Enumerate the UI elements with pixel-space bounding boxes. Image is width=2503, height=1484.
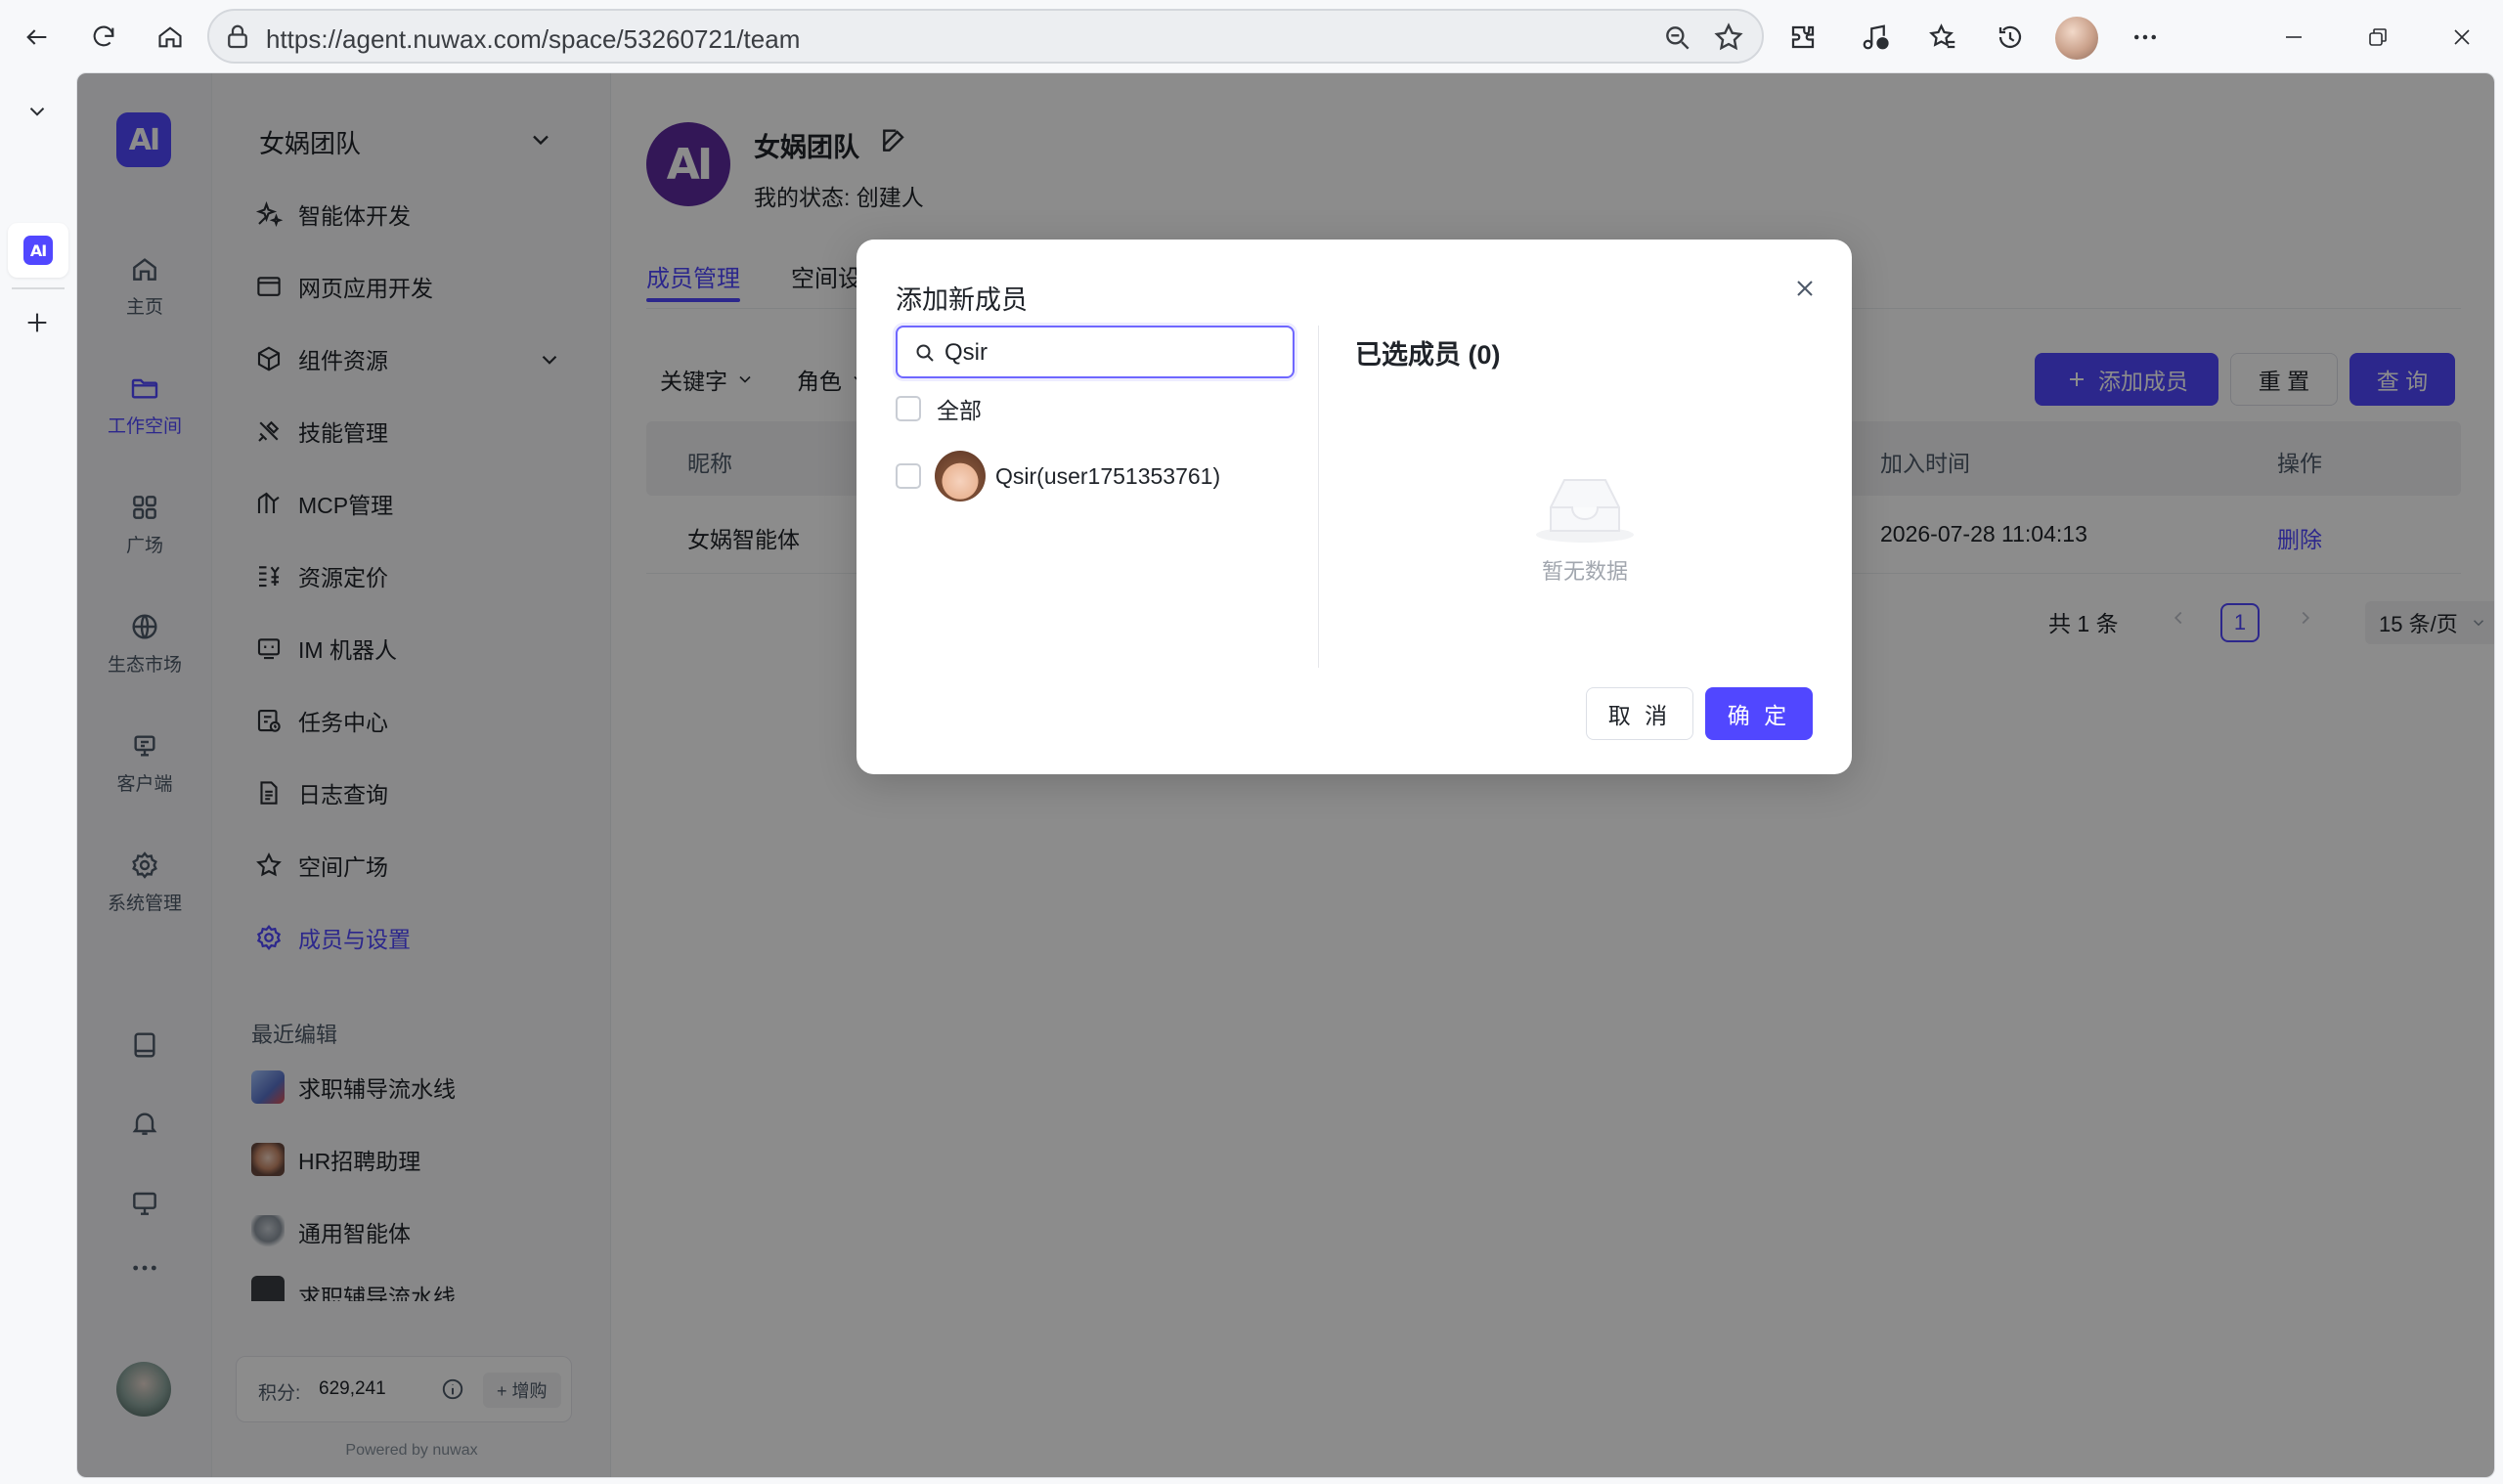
- back-button[interactable]: [18, 18, 57, 57]
- media-icon[interactable]: [1856, 18, 1895, 57]
- refresh-button[interactable]: [84, 18, 123, 57]
- restore-button[interactable]: [2356, 18, 2399, 57]
- close-window-button[interactable]: [2440, 18, 2483, 57]
- extensions-icon[interactable]: [1783, 18, 1822, 57]
- browser-profile-avatar[interactable]: [2055, 17, 2098, 60]
- candidate-label: Qsir(user1751353761): [995, 462, 1221, 489]
- favorite-star-icon[interactable]: [1713, 22, 1744, 53]
- home-icon: [158, 26, 182, 48]
- member-search-box[interactable]: [896, 326, 1295, 378]
- select-all-row[interactable]: 全部: [896, 387, 982, 430]
- lock-icon: [223, 22, 252, 52]
- empty-state: 暂无数据: [1355, 240, 1815, 631]
- tab-separator: [12, 287, 65, 289]
- plus-icon: [27, 313, 47, 332]
- tab-list-toggle[interactable]: [18, 92, 57, 131]
- modal-title: 添加新成员: [896, 285, 1028, 315]
- candidate-avatar: [935, 451, 986, 502]
- empty-text: 暂无数据: [1541, 559, 1628, 584]
- add-member-modal: 添加新成员 全部 Qsir(user1751353761) 已选成员 (0) 暂…: [856, 240, 1852, 774]
- select-all-label: 全部: [937, 398, 982, 423]
- select-all-checkbox[interactable]: [896, 396, 921, 421]
- restore-icon: [2369, 28, 2387, 46]
- browser-tab-nuwax[interactable]: AI: [8, 223, 68, 278]
- minimize-icon: [2286, 36, 2302, 38]
- candidate-row[interactable]: Qsir(user1751353761): [896, 447, 1220, 505]
- browser-toolbar: https://agent.nuwax.com/space/53260721/t…: [0, 0, 2503, 72]
- favorites-icon[interactable]: [1924, 18, 1963, 57]
- more-menu-icon[interactable]: [2126, 18, 2165, 57]
- vertical-tab-strip: AI: [0, 72, 76, 1484]
- cancel-button[interactable]: 取 消: [1586, 687, 1693, 740]
- zoom-icon[interactable]: [1662, 22, 1693, 54]
- refresh-icon: [93, 25, 114, 47]
- home-button[interactable]: [151, 18, 190, 57]
- candidate-checkbox[interactable]: [896, 463, 921, 489]
- arrow-left-icon: [26, 29, 47, 45]
- url-text: https://agent.nuwax.com/space/53260721/t…: [266, 24, 801, 54]
- close-icon: [2454, 29, 2470, 45]
- address-bar[interactable]: https://agent.nuwax.com/space/53260721/t…: [207, 9, 1764, 64]
- chevron-down-icon: [29, 108, 45, 116]
- new-tab-button[interactable]: [18, 303, 57, 342]
- search-icon: [913, 341, 937, 365]
- confirm-button[interactable]: 确 定: [1705, 687, 1813, 740]
- modal-divider: [1318, 326, 1319, 668]
- history-icon[interactable]: [1991, 18, 2030, 57]
- member-search-input[interactable]: [944, 337, 1277, 369]
- app-favicon-icon: AI: [23, 236, 53, 265]
- minimize-button[interactable]: [2272, 18, 2315, 57]
